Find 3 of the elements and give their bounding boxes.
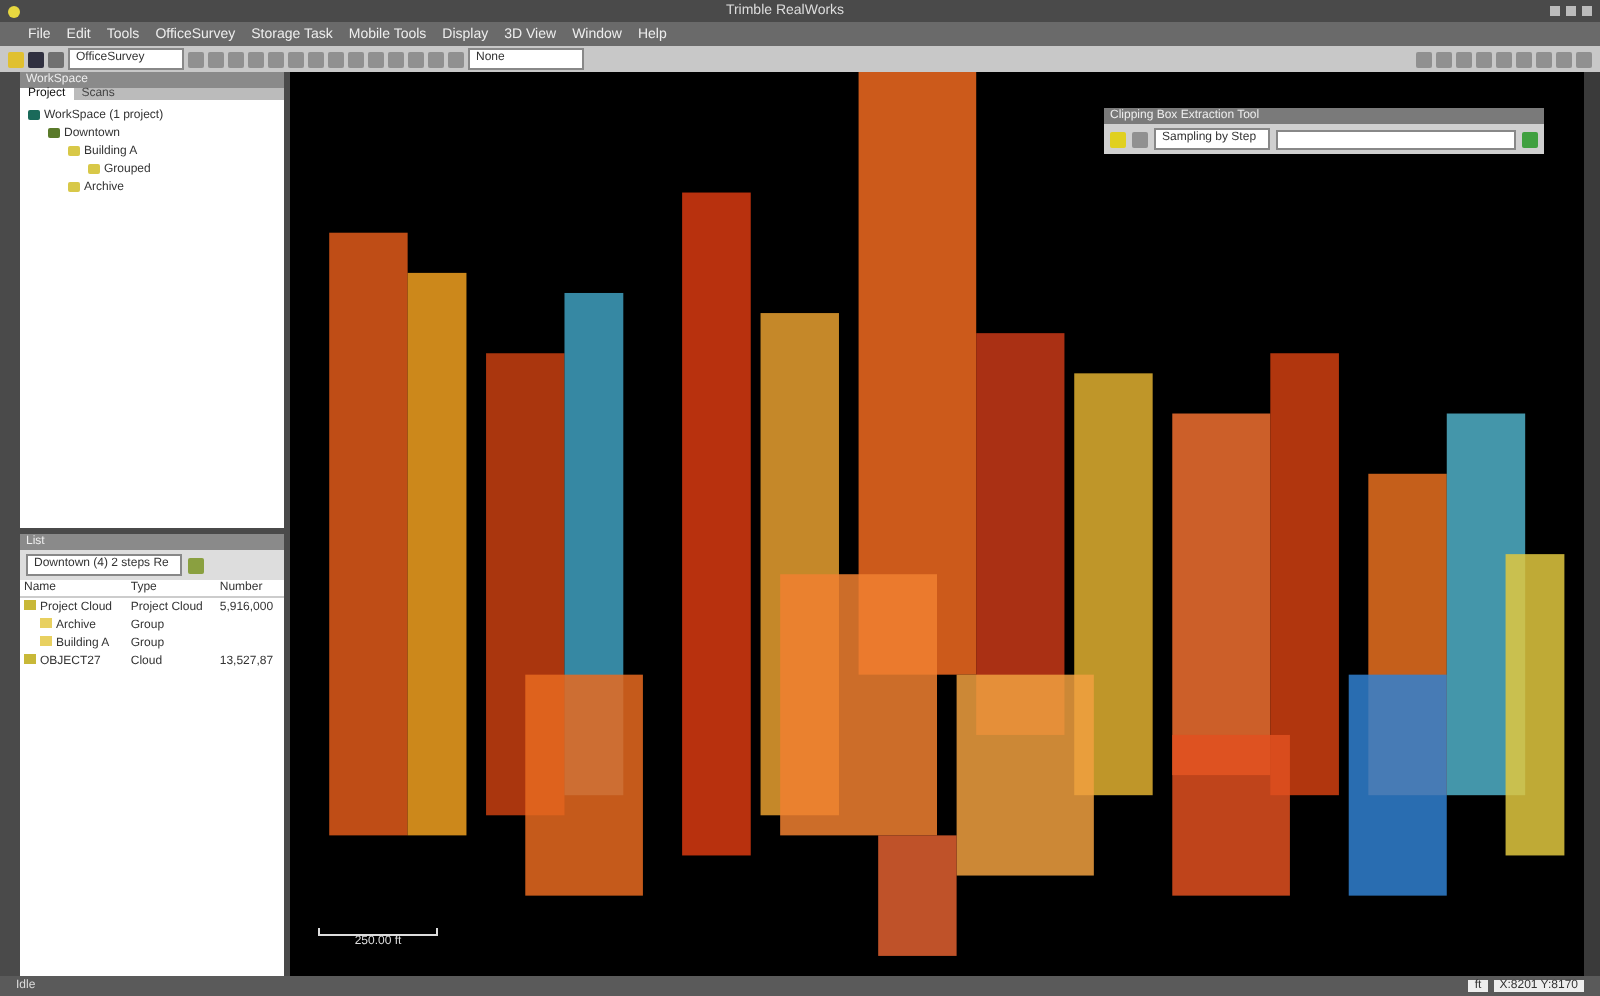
window-controls-icon[interactable] — [1550, 6, 1592, 16]
step-field[interactable] — [1276, 129, 1516, 149]
app-icon — [8, 5, 20, 17]
